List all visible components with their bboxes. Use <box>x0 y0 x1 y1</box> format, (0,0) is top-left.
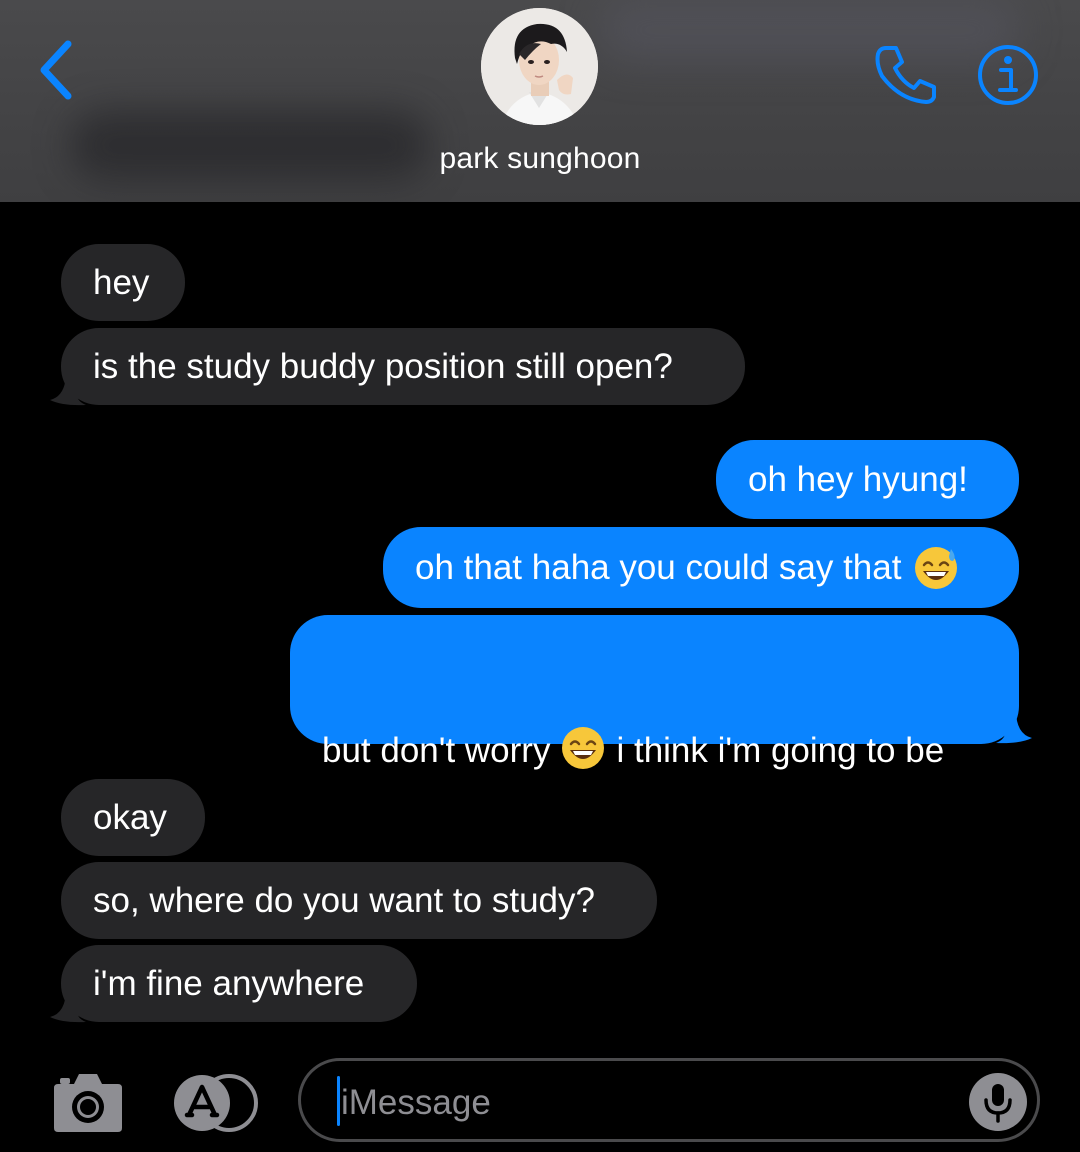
message-text: oh hey hyung! <box>748 459 968 499</box>
message-text: oh that haha you could say that <box>415 547 902 587</box>
chevron-left-icon <box>40 40 72 100</box>
message-text: but don't worry <box>322 731 551 770</box>
camera-button[interactable] <box>52 1070 124 1134</box>
message-text: so, where do you want to study? <box>93 880 595 920</box>
received-message[interactable]: hey <box>61 244 185 321</box>
contact-avatar[interactable] <box>481 8 598 125</box>
message-text: hey <box>93 262 150 302</box>
received-message[interactable]: so, where do you want to study? <box>61 862 657 939</box>
app-store-icon <box>174 1074 258 1132</box>
message-input[interactable]: iMessage <box>298 1058 1040 1142</box>
message-input-placeholder: iMessage <box>341 1083 491 1122</box>
phone-icon <box>875 46 936 104</box>
call-button[interactable] <box>872 42 938 106</box>
received-message[interactable]: is the study buddy position still open? <box>61 328 745 405</box>
sent-bubble-tail <box>996 710 1032 744</box>
message-text: i think i'm going to be <box>616 731 945 770</box>
message-text: i'm fine anywhere <box>93 963 365 1003</box>
grinning-sweat-emoji <box>915 546 958 589</box>
microphone-icon <box>984 1084 1012 1123</box>
info-button[interactable] <box>976 43 1040 107</box>
grinning-emoji <box>562 727 605 769</box>
message-text-block: but don't worry i think i'm going to be … <box>322 633 944 1004</box>
sent-message[interactable]: oh hey hyung! <box>716 440 1019 519</box>
back-button[interactable] <box>34 40 84 100</box>
received-message[interactable]: i'm fine anywhere <box>61 945 417 1022</box>
received-message[interactable]: okay <box>61 779 205 856</box>
received-bubble-tail <box>50 989 86 1023</box>
app-store-button[interactable] <box>173 1074 259 1132</box>
header-blur <box>600 0 1020 60</box>
text-caret <box>337 1076 340 1126</box>
sent-message[interactable]: oh that haha you could say that <box>383 527 1019 608</box>
message-text: is the study buddy position still open? <box>93 346 673 386</box>
contact-name[interactable]: park sunghoon <box>0 142 1080 176</box>
received-bubble-tail <box>50 372 86 406</box>
message-text: okay <box>93 797 167 837</box>
dictation-button[interactable] <box>969 1073 1027 1131</box>
conversation-header: park sunghoon <box>0 0 1080 202</box>
sent-message[interactable]: but don't worry i think i'm going to be … <box>290 615 1019 908</box>
camera-icon <box>54 1074 122 1132</box>
info-icon <box>978 45 1038 105</box>
